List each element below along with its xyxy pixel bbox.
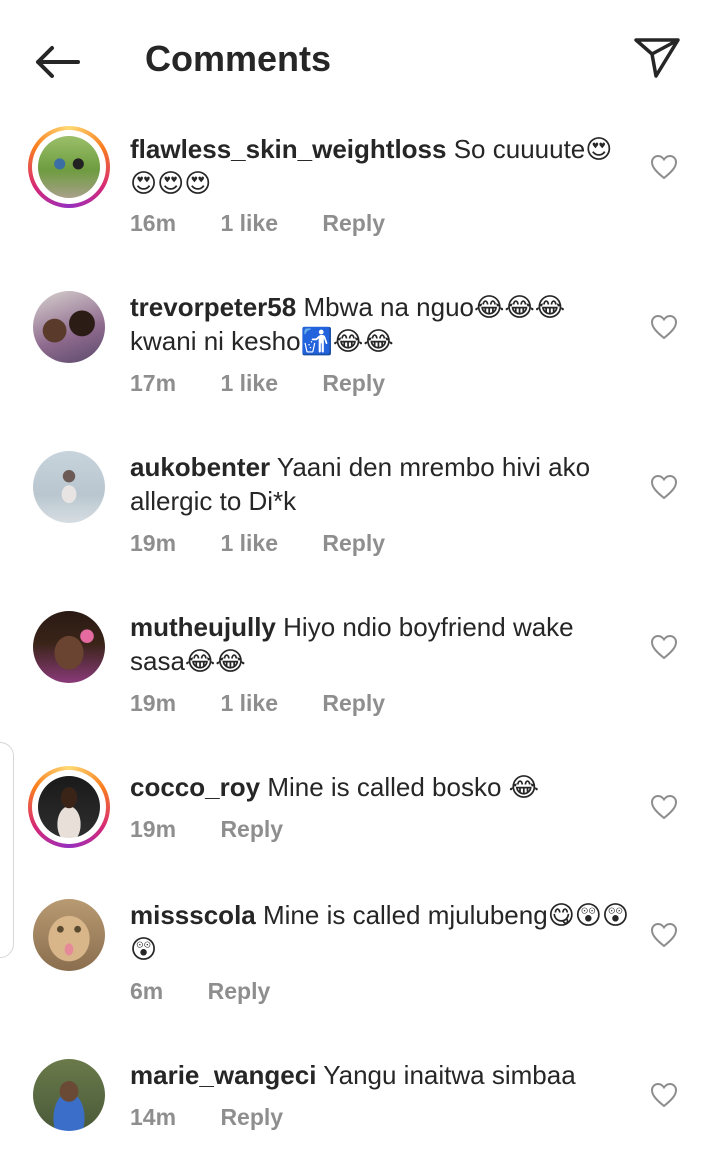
comment-time: 19m bbox=[130, 530, 177, 556]
reply-button[interactable]: Reply bbox=[322, 210, 385, 236]
comment-text: cocco_roy Mine is called bosko 😂 bbox=[130, 770, 630, 804]
comment-likes[interactable]: 1 like bbox=[220, 690, 278, 716]
comment-time: 14m bbox=[130, 1104, 177, 1130]
heart-outline-icon[interactable] bbox=[650, 474, 678, 500]
reply-button[interactable]: Reply bbox=[208, 978, 271, 1004]
comment-meta: 19m Reply bbox=[130, 816, 321, 843]
comment-time: 19m bbox=[130, 690, 177, 716]
heart-outline-icon[interactable] bbox=[650, 314, 678, 340]
back-arrow-icon bbox=[36, 46, 80, 78]
avatar-image bbox=[33, 899, 105, 971]
comment-username[interactable]: trevorpeter58 bbox=[130, 292, 296, 322]
avatar-image bbox=[33, 1059, 105, 1131]
avatar[interactable] bbox=[28, 126, 110, 208]
avatar-image bbox=[38, 776, 100, 838]
heart-outline-icon[interactable] bbox=[650, 154, 678, 180]
reply-button[interactable]: Reply bbox=[322, 530, 385, 556]
comment-text: aukobenter Yaani den mrembo hivi ako all… bbox=[130, 450, 630, 518]
comment-likes[interactable]: 1 like bbox=[220, 530, 278, 556]
comment-time: 6m bbox=[130, 978, 164, 1004]
comment-meta: 14m Reply bbox=[130, 1104, 321, 1131]
avatar-image bbox=[33, 291, 105, 363]
comment-likes[interactable]: 1 like bbox=[220, 370, 278, 396]
comment-text: mutheujully Hiyo ndio boyfriend wake sas… bbox=[130, 610, 630, 678]
header-bar: Comments bbox=[0, 0, 720, 120]
avatar-image bbox=[33, 611, 105, 683]
comment-meta: 17m 1 like Reply bbox=[130, 370, 423, 397]
comment-text: marie_wangeci Yangu inaitwa simbaa bbox=[130, 1058, 630, 1092]
reply-button[interactable]: Reply bbox=[220, 1104, 283, 1130]
comment-text: missscola Mine is called mjulubeng😋😲😲😲 bbox=[130, 898, 630, 966]
comment-username[interactable]: aukobenter bbox=[130, 452, 270, 482]
comment-username[interactable]: missscola bbox=[130, 900, 256, 930]
reply-button[interactable]: Reply bbox=[220, 816, 283, 842]
comment-username[interactable]: marie_wangeci bbox=[130, 1060, 316, 1090]
comment-text: flawless_skin_weightloss So cuuuute😍😍😍😍 bbox=[130, 132, 630, 200]
back-button[interactable] bbox=[30, 40, 82, 84]
reply-button[interactable]: Reply bbox=[322, 690, 385, 716]
comment-username[interactable]: flawless_skin_weightloss bbox=[130, 134, 446, 164]
heart-outline-icon[interactable] bbox=[650, 794, 678, 820]
comment-meta: 19m 1 like Reply bbox=[130, 690, 423, 717]
heart-outline-icon[interactable] bbox=[650, 1082, 678, 1108]
comment-meta: 16m 1 like Reply bbox=[130, 210, 423, 237]
avatar[interactable] bbox=[28, 766, 110, 848]
send-icon bbox=[634, 38, 680, 78]
comment-time: 16m bbox=[130, 210, 177, 236]
avatar[interactable] bbox=[28, 894, 110, 976]
avatar[interactable] bbox=[28, 606, 110, 688]
edge-panel-handle[interactable] bbox=[0, 742, 14, 958]
comment-username[interactable]: mutheujully bbox=[130, 612, 276, 642]
comment-username[interactable]: cocco_roy bbox=[130, 772, 260, 802]
comment-body: Mine is called bosko 😂 bbox=[267, 772, 540, 802]
avatar[interactable] bbox=[28, 1054, 110, 1136]
avatar[interactable] bbox=[28, 286, 110, 368]
share-button[interactable] bbox=[632, 34, 682, 80]
comment-body: Yangu inaitwa simbaa bbox=[323, 1060, 576, 1090]
avatar-image bbox=[38, 136, 100, 198]
avatar[interactable] bbox=[28, 446, 110, 528]
comment-time: 17m bbox=[130, 370, 177, 396]
page-title: Comments bbox=[145, 38, 332, 79]
comment-text: trevorpeter58 Mbwa na nguo😂😂😂 kwani ni k… bbox=[130, 290, 630, 358]
comment-time: 19m bbox=[130, 816, 177, 842]
comment-meta: 6m Reply bbox=[130, 978, 308, 1005]
reply-button[interactable]: Reply bbox=[322, 370, 385, 396]
avatar-image bbox=[33, 451, 105, 523]
comment-likes[interactable]: 1 like bbox=[220, 210, 278, 236]
heart-outline-icon[interactable] bbox=[650, 634, 678, 660]
heart-outline-icon[interactable] bbox=[650, 922, 678, 948]
comment-meta: 19m 1 like Reply bbox=[130, 530, 423, 557]
